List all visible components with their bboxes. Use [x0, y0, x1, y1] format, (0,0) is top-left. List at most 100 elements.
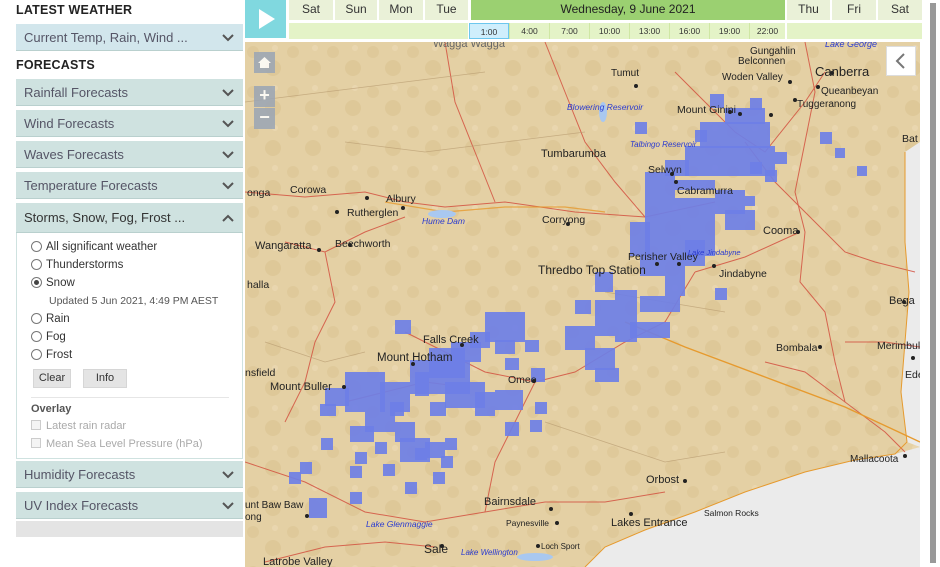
collapse-panel-button[interactable] — [886, 46, 916, 76]
snow-cell — [350, 466, 362, 478]
label-rutherglen: Rutherglen — [347, 207, 399, 219]
sidebar: LATEST WEATHER Current Temp, Rain, Wind … — [0, 0, 245, 567]
hours-strip-before — [289, 23, 468, 39]
hour-2200[interactable]: 22:00 — [749, 23, 785, 39]
snow-cell — [289, 472, 301, 484]
accordion-wind[interactable]: Wind Forecasts — [16, 110, 243, 137]
forecast-map[interactable]: Wagga Wagga Gungahlin Belconnen Lake Geo… — [245, 42, 920, 567]
accordion-label: Current Temp, Rain, Wind ... — [24, 30, 188, 45]
play-button[interactable] — [245, 0, 286, 38]
snow-cell — [535, 402, 547, 414]
checkbox-label: Mean Sea Level Pressure (hPa) — [46, 438, 203, 450]
accordion-waves[interactable]: Waves Forecasts — [16, 141, 243, 168]
day-tue[interactable]: Tue — [425, 0, 468, 20]
chevron-left-icon — [895, 53, 905, 69]
snow-cell — [395, 320, 411, 334]
label-orbost: Orbost — [646, 474, 679, 486]
label-wangaratta: Wangaratta — [255, 240, 312, 252]
label-corowa: Corowa — [290, 184, 326, 196]
day-mon[interactable]: Mon — [379, 0, 423, 20]
clear-button[interactable]: Clear — [33, 369, 71, 388]
label-wagga-wagga: Wagga Wagga — [433, 42, 506, 50]
chevron-down-icon — [222, 34, 234, 42]
day-thu[interactable]: Thu — [787, 0, 830, 20]
label-lake-wellington: Lake Wellington — [461, 548, 518, 557]
label-queanbeyan: Queanbeyan — [821, 86, 878, 97]
accordion-label: Wind Forecasts — [24, 116, 115, 131]
day-sun[interactable]: Sun — [335, 0, 377, 20]
checkbox-mslp[interactable]: Mean Sea Level Pressure (hPa) — [31, 438, 203, 450]
radio-label: All significant weather — [46, 241, 158, 253]
snow-cell — [485, 312, 525, 342]
snow-cell — [835, 148, 845, 158]
snow-cell — [441, 456, 453, 468]
radio-frost[interactable]: Frost — [31, 349, 72, 361]
snow-cell — [445, 438, 457, 450]
chevron-down-icon — [222, 502, 234, 510]
label-bega: Bega — [889, 295, 916, 307]
label-merimbula: Merimbula — [877, 340, 920, 352]
radio-thunderstorms[interactable]: Thunderstorms — [31, 259, 123, 271]
accordion-temperature[interactable]: Temperature Forecasts — [16, 172, 243, 199]
label-bombala: Bombala — [776, 342, 818, 354]
label-bairnsdale: Bairnsdale — [484, 496, 536, 508]
accordion-storms[interactable]: Storms, Snow, Fog, Frost ... — [16, 203, 243, 233]
snow-cell — [350, 492, 362, 504]
snow-cell — [745, 196, 755, 206]
accordion-label: UV Index Forecasts — [24, 498, 139, 513]
label-salmon-rocks: Salmon Rocks — [704, 508, 759, 518]
snow-cell — [321, 438, 333, 450]
hour-1900[interactable]: 19:00 — [709, 23, 749, 39]
label-mount-buller: Mount Buller — [270, 381, 332, 393]
home-button[interactable] — [254, 52, 275, 73]
hour-0100[interactable]: 1:00 — [469, 23, 509, 39]
snow-cell — [595, 300, 615, 336]
snow-cell — [630, 322, 670, 338]
chevron-down-icon — [222, 120, 234, 128]
label-paynesville: Paynesville — [506, 518, 549, 528]
day-sat-next[interactable]: Sat — [878, 0, 922, 20]
radio-snow[interactable]: Snow — [31, 277, 75, 289]
day-fri[interactable]: Fri — [832, 0, 876, 20]
radio-rain[interactable]: Rain — [31, 313, 70, 325]
snow-cell — [750, 162, 762, 174]
label-nsfield: nsfield — [245, 367, 276, 379]
accordion-uv[interactable]: UV Index Forecasts — [16, 492, 243, 519]
label-ong: ong — [245, 512, 262, 523]
hour-0700[interactable]: 7:00 — [549, 23, 589, 39]
updated-text: Updated 5 Jun 2021, 4:49 PM AEST — [49, 295, 219, 307]
snow-cell — [415, 372, 429, 396]
hour-1000[interactable]: 10:00 — [589, 23, 629, 39]
radio-fog[interactable]: Fog — [31, 331, 66, 343]
snow-cell — [505, 358, 519, 370]
snow-cell — [425, 442, 445, 458]
accordion-rainfall[interactable]: Rainfall Forecasts — [16, 79, 243, 106]
checkbox-rain-radar[interactable]: Latest rain radar — [31, 420, 126, 432]
radio-all-significant[interactable]: All significant weather — [31, 241, 157, 253]
snow-cell — [565, 326, 595, 350]
hour-1300[interactable]: 13:00 — [629, 23, 669, 39]
latest-weather-title: LATEST WEATHER — [16, 3, 133, 17]
accordion-humidity[interactable]: Humidity Forecasts — [16, 461, 243, 488]
hours-strip-after — [787, 23, 922, 39]
label-canberra: Canberra — [815, 64, 870, 79]
zoom-in-button[interactable]: + — [254, 86, 275, 107]
label-tuggeranong: Tuggeranong — [797, 99, 856, 110]
snow-cell — [525, 340, 539, 352]
checkbox-box — [31, 420, 41, 430]
hour-0400[interactable]: 4:00 — [509, 23, 549, 39]
zoom-out-button[interactable]: − — [254, 108, 275, 129]
scrollbar-thumb[interactable] — [930, 3, 936, 563]
checkbox-box — [31, 438, 41, 448]
day-sat[interactable]: Sat — [289, 0, 333, 20]
radio-label: Snow — [46, 277, 75, 289]
accordion-label: Storms, Snow, Fog, Frost ... — [24, 210, 186, 225]
accordion-current-temp[interactable]: Current Temp, Rain, Wind ... — [16, 24, 243, 51]
day-wednesday[interactable]: Wednesday, 9 June 2021 — [471, 0, 785, 20]
info-button[interactable]: Info — [83, 369, 127, 388]
label-latrobe-valley: Latrobe Valley — [263, 556, 333, 567]
label-lake-glenmaggie: Lake Glenmaggie — [366, 519, 433, 529]
chevron-down-icon — [222, 182, 234, 190]
snow-cell — [495, 340, 515, 354]
hour-1600[interactable]: 16:00 — [669, 23, 709, 39]
